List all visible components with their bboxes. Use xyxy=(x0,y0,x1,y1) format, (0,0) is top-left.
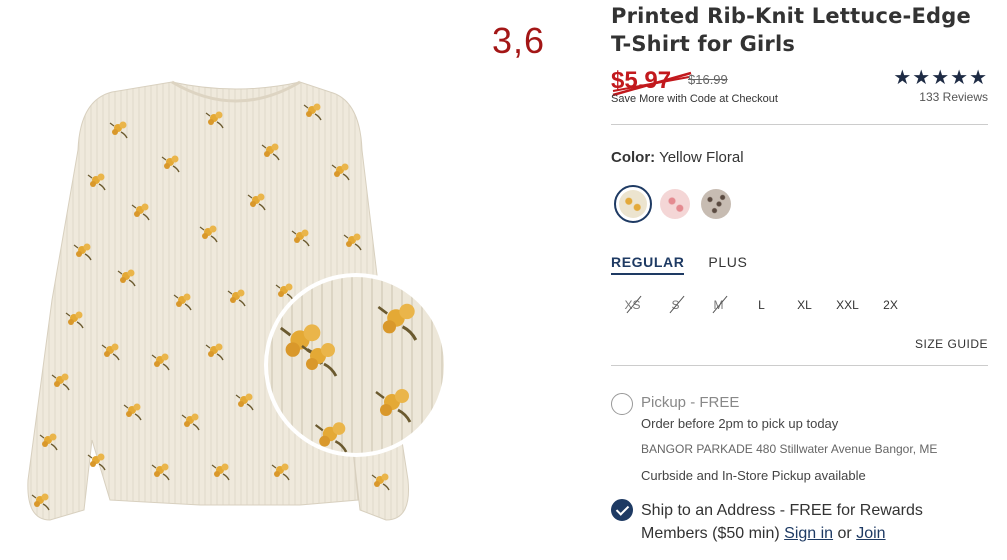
pickup-radio[interactable] xyxy=(611,393,633,415)
product-title-line2: T-Shirt for Girls xyxy=(611,32,796,56)
size-xs[interactable]: XS xyxy=(611,290,654,320)
divider xyxy=(611,124,988,125)
product-image[interactable] xyxy=(0,0,466,560)
pickup-availability: Curbside and In-Store Pickup available xyxy=(641,468,866,483)
swatch-leopard[interactable] xyxy=(701,189,731,219)
sign-in-link[interactable]: Sign in xyxy=(784,525,833,542)
swatch-pink-floral[interactable] xyxy=(660,189,690,219)
product-title-line1: Printed Rib-Knit Lettuce-Edge xyxy=(611,4,971,28)
swatch-fill xyxy=(619,190,647,218)
color-swatches xyxy=(614,185,742,223)
size-m[interactable]: M xyxy=(697,290,740,320)
divider xyxy=(611,365,988,366)
reviews-link[interactable]: 133 Reviews xyxy=(919,90,988,104)
tab-regular[interactable]: REGULAR xyxy=(611,254,685,275)
original-price: $16.99 xyxy=(688,72,728,87)
price-section: $5.97 $16.99 Save More with Code at Chec… xyxy=(611,67,988,122)
ship-option[interactable]: Ship to an Address - FREE for Rewards Me… xyxy=(611,499,988,549)
size-2x[interactable]: 2X xyxy=(869,290,912,320)
fit-tabs: REGULAR PLUS xyxy=(611,254,771,275)
product-title: Printed Rib-Knit Lettuce-Edge T-Shirt fo… xyxy=(611,2,988,58)
join-link[interactable]: Join xyxy=(856,525,885,542)
save-more-note: Save More with Code at Checkout xyxy=(611,93,778,105)
shirt-illustration xyxy=(27,80,448,521)
ship-or: or xyxy=(833,525,857,542)
size-xxl[interactable]: XXL xyxy=(826,290,869,320)
product-details: Printed Rib-Knit Lettuce-Edge T-Shirt fo… xyxy=(611,0,988,560)
pickup-title: Pickup - FREE xyxy=(641,394,740,411)
annotation-text: 3,6 xyxy=(492,20,546,61)
ship-radio-check-icon[interactable] xyxy=(611,499,633,521)
color-label-row: Color: Yellow Floral xyxy=(611,149,744,166)
size-l[interactable]: L xyxy=(740,290,783,320)
size-guide-link[interactable]: SIZE GUIDE xyxy=(915,337,988,351)
tab-plus[interactable]: PLUS xyxy=(708,254,747,275)
selected-color: Yellow Floral xyxy=(659,149,744,166)
ship-text: Ship to an Address - FREE for Rewards Me… xyxy=(641,499,988,545)
color-label: Color: xyxy=(611,149,656,166)
size-s[interactable]: S xyxy=(654,290,697,320)
size-xl[interactable]: XL xyxy=(783,290,826,320)
size-selector: XS S M L XL XXL 2X xyxy=(611,290,912,320)
swatch-yellow-floral[interactable] xyxy=(614,185,652,223)
pickup-store[interactable]: BANGOR PARKADE 480 Stillwater Avenue Ban… xyxy=(641,442,937,456)
rating-stars-icon[interactable]: ★★★★★ xyxy=(893,65,988,90)
pickup-order-before: Order before 2pm to pick up today xyxy=(641,416,839,431)
pickup-option[interactable]: Pickup - FREE Order before 2pm to pick u… xyxy=(611,393,988,488)
